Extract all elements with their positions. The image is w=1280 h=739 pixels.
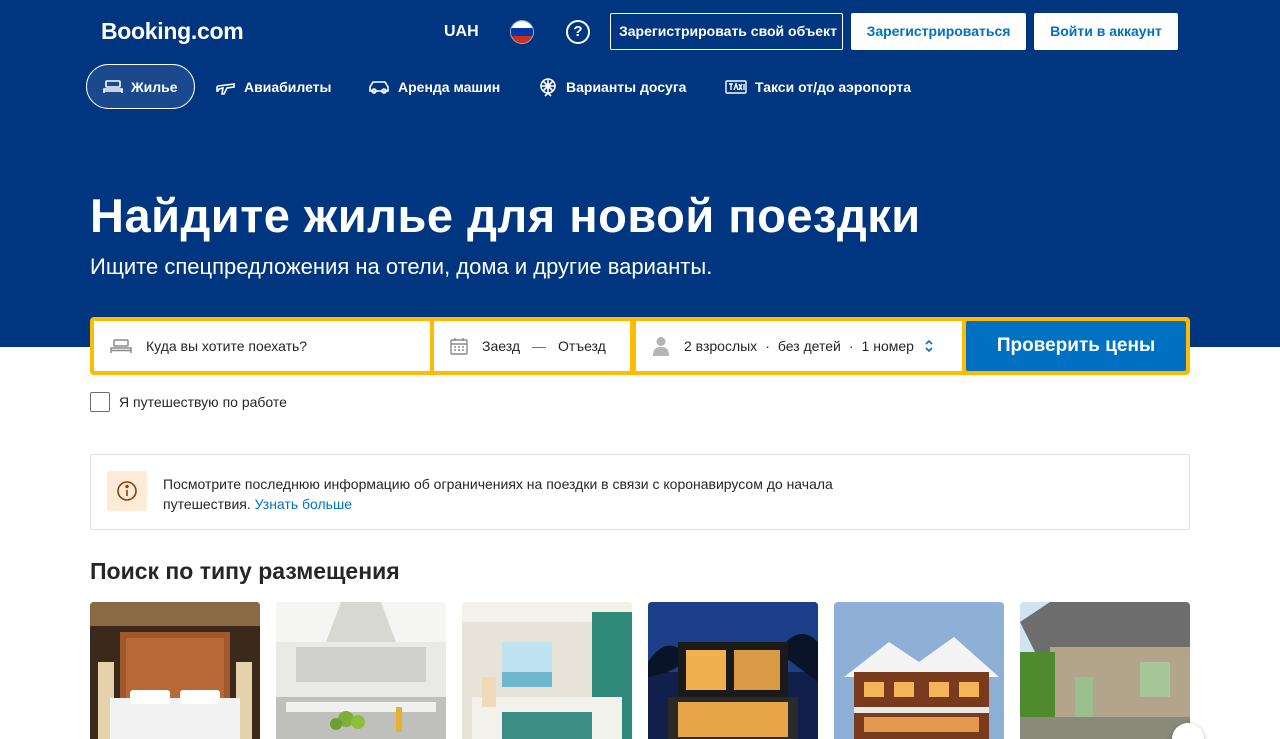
property-type-card-hotel[interactable]: [90, 602, 260, 739]
tab-attractions[interactable]: Варианты досуга: [538, 64, 686, 109]
help-icon[interactable]: ?: [566, 20, 590, 44]
hero-subtitle: Ищите спецпредложения на отели, дома и д…: [90, 254, 713, 279]
property-types-title: Поиск по типу размещения: [90, 558, 400, 584]
bed-icon: [110, 339, 132, 353]
children-count: без детей: [777, 338, 841, 354]
property-type-card-cottage[interactable]: [1020, 602, 1190, 739]
booking-logo[interactable]: Booking.com: [101, 18, 244, 45]
tab-car-rental[interactable]: Аренда машин: [368, 64, 500, 109]
alert-text: Посмотрите последнюю информацию об огран…: [163, 474, 923, 514]
tab-stays[interactable]: Жилье: [86, 64, 195, 109]
covid-alert: Посмотрите последнюю информацию об огран…: [90, 454, 1190, 530]
tab-car-rental-label: Аренда машин: [398, 78, 501, 95]
info-icon: [107, 471, 147, 511]
property-type-card-apartment[interactable]: [276, 602, 446, 739]
villa-image: [648, 602, 818, 739]
plane-icon: [216, 82, 235, 95]
rooms-count: 1 номер: [861, 338, 914, 354]
adults-count: 2 взрослых: [684, 338, 758, 354]
tab-flights[interactable]: Авиабилеты: [216, 64, 332, 109]
chalet-image: [834, 602, 1004, 739]
tab-stays-label: Жилье: [131, 78, 178, 95]
chevron-up-down-icon: [925, 339, 933, 353]
search-form: Куда вы хотите поехать? Заезд — Отъезд 2…: [90, 317, 1190, 375]
cottage-image: [1020, 602, 1190, 739]
learn-more-link[interactable]: Узнать больше: [255, 496, 352, 512]
hero-title: Найдите жилье для новой поездки: [90, 189, 921, 242]
guests-selector[interactable]: 2 взрослых · без детей · 1 номер: [636, 321, 962, 371]
destination-placeholder: Куда вы хотите поехать?: [146, 338, 308, 354]
tab-attractions-label: Варианты досуга: [566, 78, 687, 95]
list-property-button[interactable]: Зарегистрировать свой объект: [610, 13, 843, 50]
currency-selector[interactable]: UAH: [444, 23, 479, 41]
bed-icon: [103, 79, 123, 93]
russian-flag-icon[interactable]: [510, 20, 534, 44]
taxi-icon: [725, 79, 747, 94]
calendar-icon: [450, 338, 468, 355]
person-icon: [653, 337, 669, 356]
hero-banner: [0, 0, 1280, 347]
hotel-image: [90, 602, 260, 739]
property-type-card-chalet[interactable]: [834, 602, 1004, 739]
tab-airport-taxi-label: Такси от/до аэропорта: [755, 78, 912, 95]
property-type-card-resort[interactable]: [462, 602, 632, 739]
checkout-date: Отъезд: [558, 338, 606, 354]
property-type-card-villa[interactable]: [648, 602, 818, 739]
date-picker[interactable]: Заезд — Отъезд: [434, 321, 630, 371]
resort-image: [462, 602, 632, 739]
business-trip-checkbox[interactable]: [90, 392, 110, 412]
tab-flights-label: Авиабилеты: [244, 78, 332, 95]
guests-dot-1: ·: [765, 338, 770, 354]
register-button[interactable]: Зарегистрироваться: [851, 13, 1026, 50]
search-button[interactable]: Проверить цены: [966, 321, 1186, 371]
attractions-icon: [540, 77, 556, 97]
apartment-image: [276, 602, 446, 739]
checkin-date: Заезд: [482, 338, 521, 354]
business-trip-label: Я путешествую по работе: [119, 394, 287, 410]
tab-airport-taxi[interactable]: Такси от/до аэропорта: [725, 64, 911, 109]
destination-input[interactable]: Куда вы хотите поехать?: [94, 321, 430, 371]
car-icon: [369, 80, 389, 94]
login-button[interactable]: Войти в аккаунт: [1034, 13, 1178, 50]
business-trip-option[interactable]: Я путешествую по работе: [90, 392, 287, 412]
guests-dot-2: ·: [848, 338, 854, 354]
date-separator: —: [532, 338, 547, 354]
